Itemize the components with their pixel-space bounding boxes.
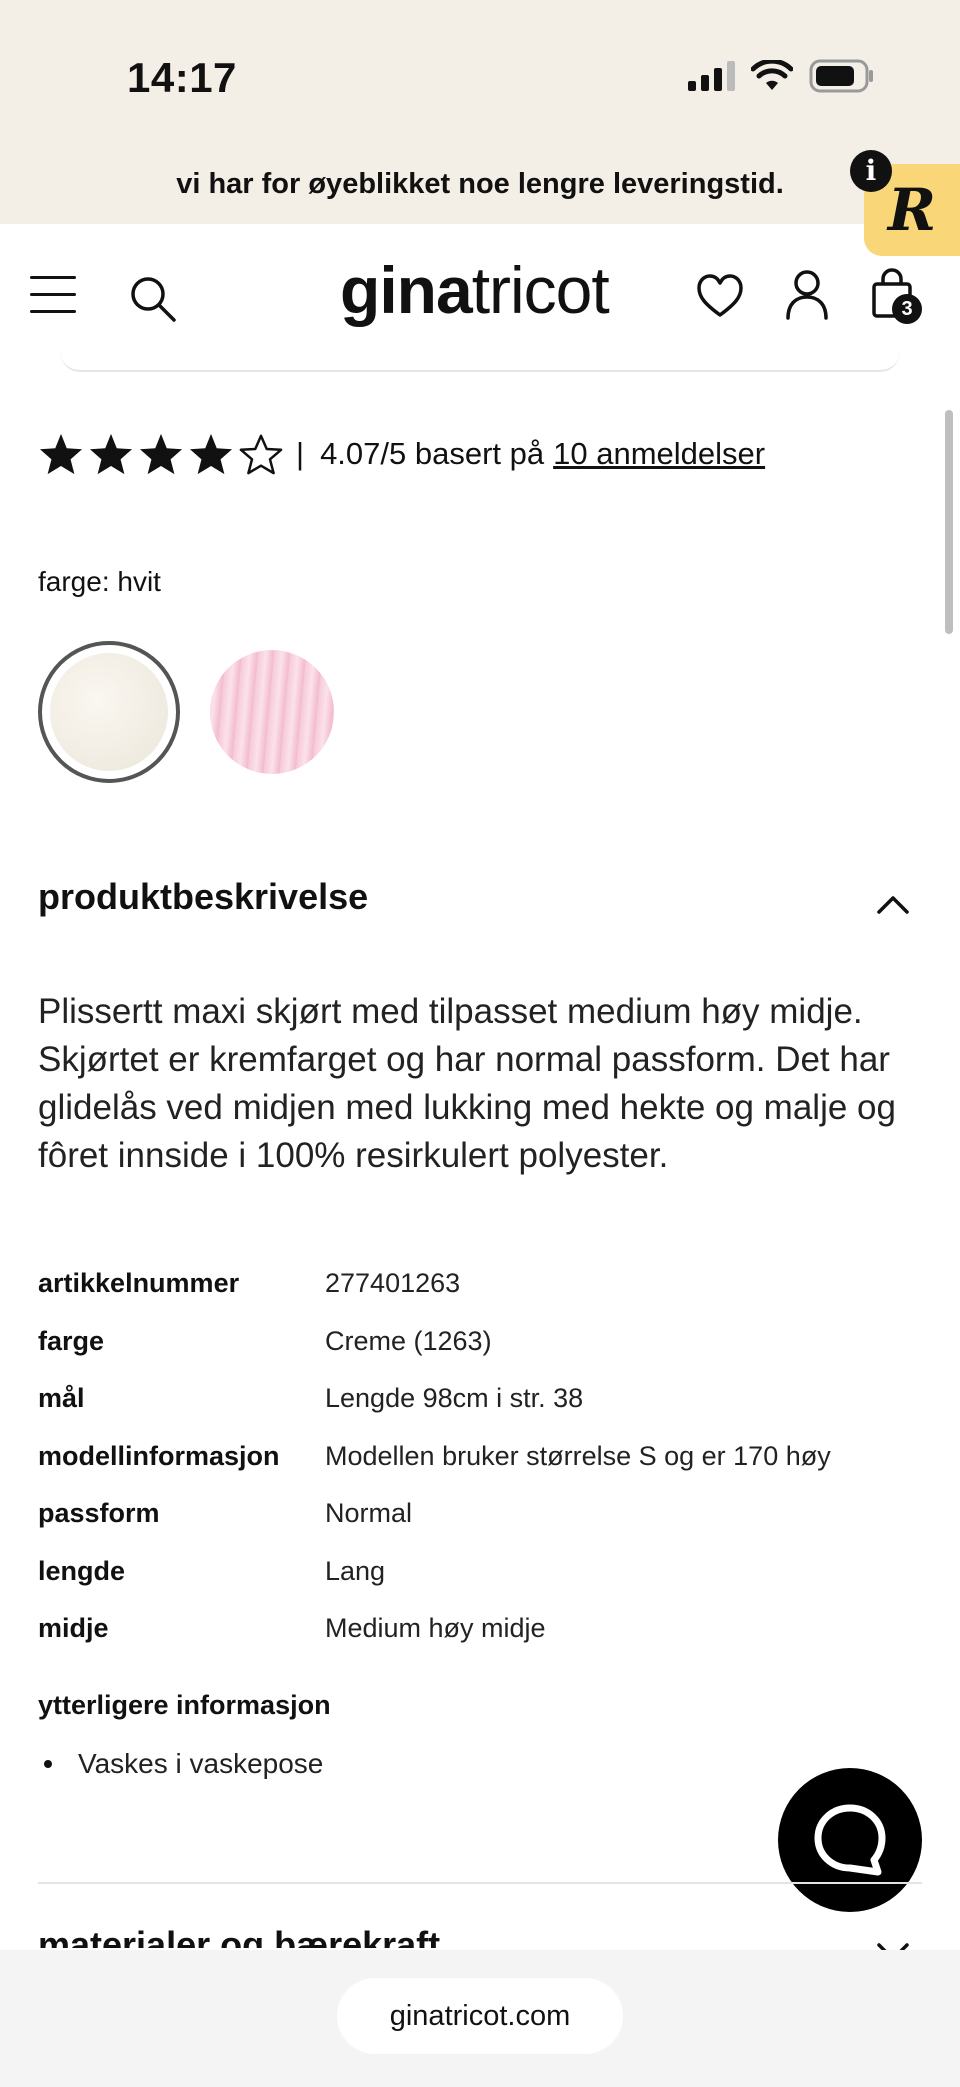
bullet-icon <box>44 1760 52 1768</box>
spec-value: Normal <box>325 1498 413 1528</box>
info-icon[interactable]: i <box>850 150 892 192</box>
site-logo[interactable]: ginatricot <box>340 252 610 328</box>
spec-value: Modellen bruker størrelse S og er 170 hø… <box>325 1440 831 1471</box>
battery-icon <box>809 59 873 93</box>
star-filled-icon <box>89 433 133 475</box>
account-icon[interactable] <box>784 268 830 320</box>
spec-value: Medium høy midje <box>325 1613 546 1643</box>
spec-key: midje <box>38 1613 109 1643</box>
status-icons <box>688 58 875 94</box>
section-divider <box>38 1882 922 1884</box>
spec-value: Lang <box>325 1555 386 1586</box>
color-swatch-pink[interactable] <box>210 650 334 774</box>
spec-key: artikkelnummer <box>38 1268 240 1298</box>
spec-row: mål Lengde 98cm i str. 38 <box>38 1383 918 1441</box>
rating-separator: | <box>296 436 305 471</box>
star-filled-icon <box>189 433 233 475</box>
status-time: 14:17 <box>127 54 237 101</box>
section-title-materials[interactable]: materialer og bærekraft <box>38 1920 440 1948</box>
spec-row: passform Normal <box>38 1498 918 1556</box>
heart-icon[interactable] <box>695 272 745 320</box>
spec-key: lengde <box>38 1555 126 1586</box>
spec-key: passform <box>38 1498 160 1528</box>
spec-key: mål <box>38 1383 85 1413</box>
color-swatch-white[interactable] <box>38 641 180 783</box>
color-label: farge: hvit <box>38 566 161 597</box>
menu-icon[interactable] <box>30 276 76 314</box>
rating-row: | 4.07/5 basert på 10 anmeldelser <box>38 426 765 482</box>
search-icon[interactable] <box>128 274 178 324</box>
chat-bubble-icon <box>814 1804 886 1876</box>
previous-card-edge <box>60 350 900 372</box>
star-filled-icon <box>39 433 83 475</box>
star-filled-icon <box>139 433 183 475</box>
status-bar: 14:17 <box>0 0 960 150</box>
product-description: Plissertt maxi skjørt med tilpasset medi… <box>38 992 896 1175</box>
spec-key: farge <box>38 1325 105 1356</box>
url-bar[interactable]: ginatricot.com <box>337 1978 623 2054</box>
banner-text: vi har for øyeblikket noe lengre leverin… <box>176 168 784 200</box>
delivery-banner: vi har for øyeblikket noe lengre leverin… <box>0 150 960 224</box>
spec-row: farge Creme (1263) <box>38 1326 918 1384</box>
spec-row: lengde Lang <box>38 1556 918 1614</box>
site-header: ginatricot <box>0 224 960 364</box>
spec-value: 277401263 <box>325 1268 461 1298</box>
star-empty-icon <box>239 434 283 475</box>
wifi-icon <box>751 60 793 90</box>
list-item-text: Vaskes i vaskepose <box>78 1748 324 1779</box>
spec-value: Lengde 98cm i str. 38 <box>325 1383 584 1413</box>
scrollbar[interactable] <box>945 410 953 634</box>
spec-row: artikkelnummer 277401263 <box>38 1268 918 1326</box>
reviews-link[interactable]: 10 anmeldelser <box>553 436 765 472</box>
spec-row: modellinformasjon Modellen bruker størrel… <box>38 1441 918 1499</box>
list-item: Vaskes i vaskepose <box>38 1748 323 1780</box>
star-rating <box>38 432 284 476</box>
cart-count-badge: 3 <box>892 294 922 324</box>
chat-button[interactable] <box>778 1768 922 1912</box>
cellular-signal-icon <box>688 61 735 91</box>
section-title-description[interactable]: produktbeskrivelse <box>38 876 368 918</box>
spec-row: midje Medium høy midje <box>38 1613 918 1671</box>
more-info-title: ytterligere informasjon <box>38 1690 331 1720</box>
chevron-up-icon[interactable] <box>876 893 910 915</box>
spec-value: Creme (1263) <box>325 1325 492 1356</box>
spec-table: artikkelnummer 277401263 farge Creme (1263… <box>38 1268 918 1671</box>
spec-key: modellinformasjon <box>38 1440 280 1471</box>
rating-text: 4.07/5 basert på <box>320 436 545 471</box>
